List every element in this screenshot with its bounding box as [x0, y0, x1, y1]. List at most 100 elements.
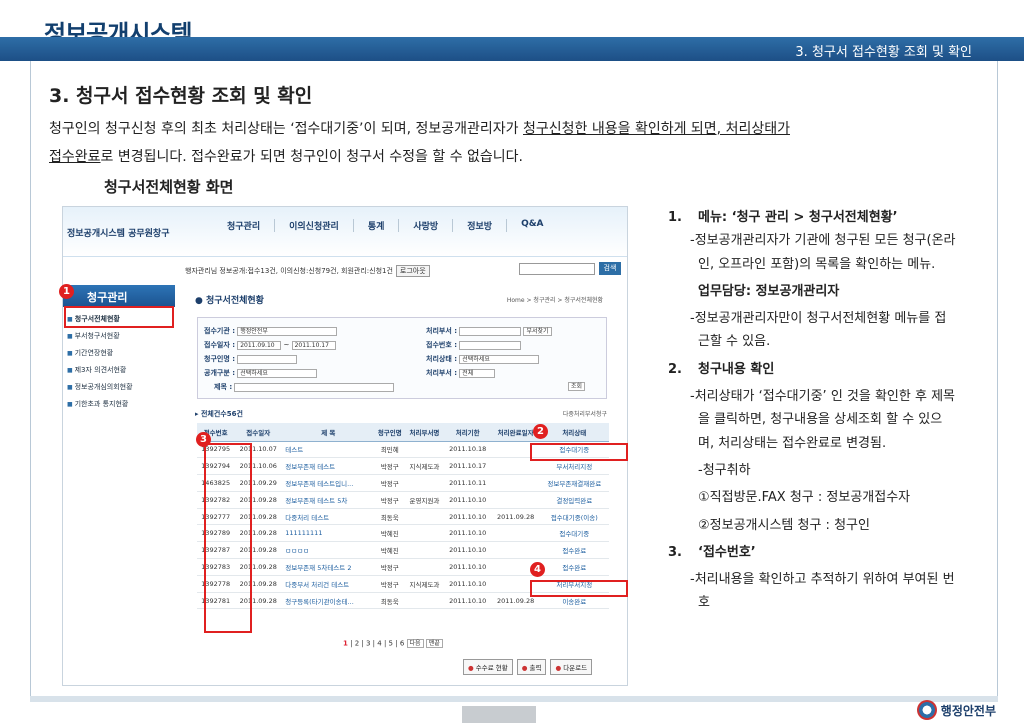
- table-cell[interactable]: 다중처리 테스트: [282, 508, 375, 526]
- agency-input[interactable]: 행정안전부: [237, 326, 338, 336]
- nav-item[interactable]: 통계: [354, 219, 400, 232]
- fee-status-button[interactable]: 수수료 현황: [463, 659, 513, 675]
- date-row: 접수일자 : 2011.09.10 ~ 2011.10.17: [204, 340, 336, 350]
- shot-search-button[interactable]: 검색: [599, 262, 621, 275]
- page-link[interactable]: 4: [377, 640, 381, 648]
- nav-item[interactable]: 사랑방: [399, 219, 454, 232]
- table-cell: 2011.10.11: [443, 474, 492, 492]
- table-cell[interactable]: 테스트: [282, 441, 375, 459]
- table-cell[interactable]: 정보부존재 테스트 5차: [282, 491, 375, 509]
- nav-item[interactable]: 청구관리: [213, 219, 276, 232]
- table-cell: [405, 508, 444, 526]
- title-input[interactable]: [234, 382, 395, 392]
- callout-4: 4: [530, 562, 545, 577]
- crumb-title: 청구서전체현황: [206, 296, 264, 306]
- type-select[interactable]: 선택하세요: [237, 368, 318, 378]
- pager: 1 | 2 | 3 | 4 | 5 | 6 다음 맨끝: [343, 639, 443, 648]
- next-button[interactable]: 다음: [406, 639, 424, 648]
- table-cell: 박정구: [374, 491, 406, 509]
- table-cell: 2011.10.10: [443, 592, 492, 610]
- item-heading: ‘접수번호’: [698, 544, 756, 560]
- side-item[interactable]: 부서청구서현황: [67, 328, 133, 345]
- side-item[interactable]: 정보공개심의회현황: [67, 379, 133, 396]
- table-cell[interactable]: 정보부존재 테스트입니...: [282, 474, 375, 492]
- table-cell[interactable]: 정보부존재 테스트: [282, 457, 375, 476]
- table-cell: 2011.10.10: [443, 575, 492, 593]
- logout-button[interactable]: 로그아웃: [395, 265, 430, 277]
- print-button[interactable]: 출력: [516, 659, 547, 675]
- nav-item[interactable]: 이의신청관리: [275, 219, 354, 232]
- side-item[interactable]: 기간연장현황: [67, 345, 133, 362]
- table-cell[interactable]: 다중부서 처리건 테스트: [282, 575, 375, 593]
- table-cell: [405, 541, 444, 560]
- side-item[interactable]: 기한초과 통지현황: [67, 396, 133, 413]
- page-link[interactable]: 2: [355, 640, 359, 648]
- page-link[interactable]: 6: [400, 640, 404, 648]
- query-button[interactable]: 조회: [568, 382, 586, 391]
- item-1-desc-2: -정보공개관리자만이 청구서전체현황 메뉴를 접근할 수 있음.: [690, 311, 947, 350]
- count-text: 전체건수56건: [200, 410, 243, 418]
- title-label: 제목 :: [214, 383, 233, 391]
- table-row[interactable]: 1392787 2011.09.28 ㅁㅁㅁㅁ 박혜진 2011.10.10 접수완료: [197, 541, 609, 560]
- table-cell[interactable]: 청구등록(타기관이송테...: [282, 592, 375, 610]
- callout-2: 2: [533, 424, 548, 439]
- shot-site-title: 정보공개시스템 공무원창구: [67, 229, 170, 239]
- download-button[interactable]: 다운로드: [550, 659, 593, 675]
- table-row[interactable]: 1392782 2011.09.28 정보부존재 테스트 5차 박정구 운영지원과 201…: [197, 491, 609, 509]
- page-link[interactable]: 5: [389, 640, 393, 648]
- col-header[interactable]: 처리기한: [443, 423, 492, 442]
- side-head: 청구관리: [63, 285, 175, 307]
- intro-text-2: 로 변경됩니다. 접수완료가 되면 청구인이 청구서 수정을 할 수 없습니다.: [100, 149, 524, 165]
- callout-3: 3: [196, 432, 211, 447]
- item-1-role: 업무담당: 정보공개관리자: [698, 283, 840, 299]
- item-heading: 메뉴: ‘청구 관리 > 청구서전체현황’: [698, 210, 898, 225]
- col-header[interactable]: 청구인명: [374, 423, 406, 442]
- table-cell: 박정구: [374, 474, 406, 492]
- name-input[interactable]: [237, 354, 298, 364]
- table-cell: 2011.10.10: [443, 558, 492, 576]
- table-cell: [405, 558, 444, 576]
- date-from-input[interactable]: 2011.09.10: [237, 340, 282, 350]
- callout-box-1: [64, 306, 174, 328]
- last-button[interactable]: 맨끝: [425, 639, 443, 648]
- multi-dept-link[interactable]: 다중처리부서청구: [563, 409, 607, 418]
- side-item[interactable]: 제3자 의견서현황: [67, 362, 133, 379]
- table-row[interactable]: 1392783 2011.09.28 정보부존재 5차테스트 2 박정구 2011.10…: [197, 558, 609, 576]
- table-row[interactable]: 1463825 2011.09.29 정보부존재 테스트입니... 박정구 2011.1…: [197, 474, 609, 492]
- nav-item[interactable]: 정보방: [453, 219, 508, 232]
- dept-input[interactable]: [459, 326, 522, 336]
- dept-find-button[interactable]: 부서찾기: [523, 326, 552, 336]
- table-cell: [405, 524, 444, 543]
- mgr-select[interactable]: 전체: [459, 368, 496, 378]
- table-cell: [491, 524, 540, 543]
- nav-item[interactable]: Q&A: [507, 219, 557, 232]
- item-3-header: 3. ‘접수번호’: [668, 541, 958, 564]
- table-row[interactable]: 1392777 2011.09.28 다중처리 테스트 최동욱 2011.10.10 20…: [197, 508, 609, 526]
- table-cell[interactable]: ㅁㅁㅁㅁ: [282, 541, 375, 560]
- intro-underline-1: 청구신청한 내용을 확인하게 되면, 처리상태가: [523, 121, 790, 137]
- table-cell: 2011.10.10: [443, 491, 492, 509]
- table-cell: 박혜진: [374, 541, 406, 560]
- state-select[interactable]: 선택하세요: [459, 354, 540, 364]
- table-cell: 접수대기중: [539, 524, 609, 543]
- recv-input[interactable]: [459, 340, 522, 350]
- shot-user-info: 행자관리님 정보공개:접수13건, 이의신청:신청79건, 회원관리:신청1건 로…: [185, 265, 430, 277]
- col-header[interactable]: 접수일자: [234, 423, 283, 442]
- ministry-logo: 행정안전부: [916, 700, 996, 720]
- col-header[interactable]: 처리상태: [539, 423, 609, 442]
- callout-box-4: [530, 580, 628, 597]
- table-cell[interactable]: 111111111: [282, 524, 375, 543]
- table-cell: 2011.10.10: [443, 524, 492, 543]
- shot-page-title: ● 청구서전체현황: [195, 296, 264, 306]
- page-link[interactable]: 1: [343, 640, 348, 648]
- table-row[interactable]: 1392789 2011.09.28 111111111 박혜진 2011.10.10 접…: [197, 524, 609, 543]
- table-cell[interactable]: 정보부존재 5차테스트 2: [282, 558, 375, 576]
- shot-search-input[interactable]: [519, 263, 595, 275]
- table-cell: 2011.10.17: [443, 457, 492, 476]
- col-header[interactable]: 처리부서명: [405, 423, 444, 442]
- date-to-input[interactable]: 2011.10.17: [291, 340, 336, 350]
- callout-box-3: [204, 443, 252, 633]
- col-header[interactable]: 제 목: [282, 423, 375, 442]
- page-link[interactable]: 3: [366, 640, 370, 648]
- table-cell: [491, 474, 540, 492]
